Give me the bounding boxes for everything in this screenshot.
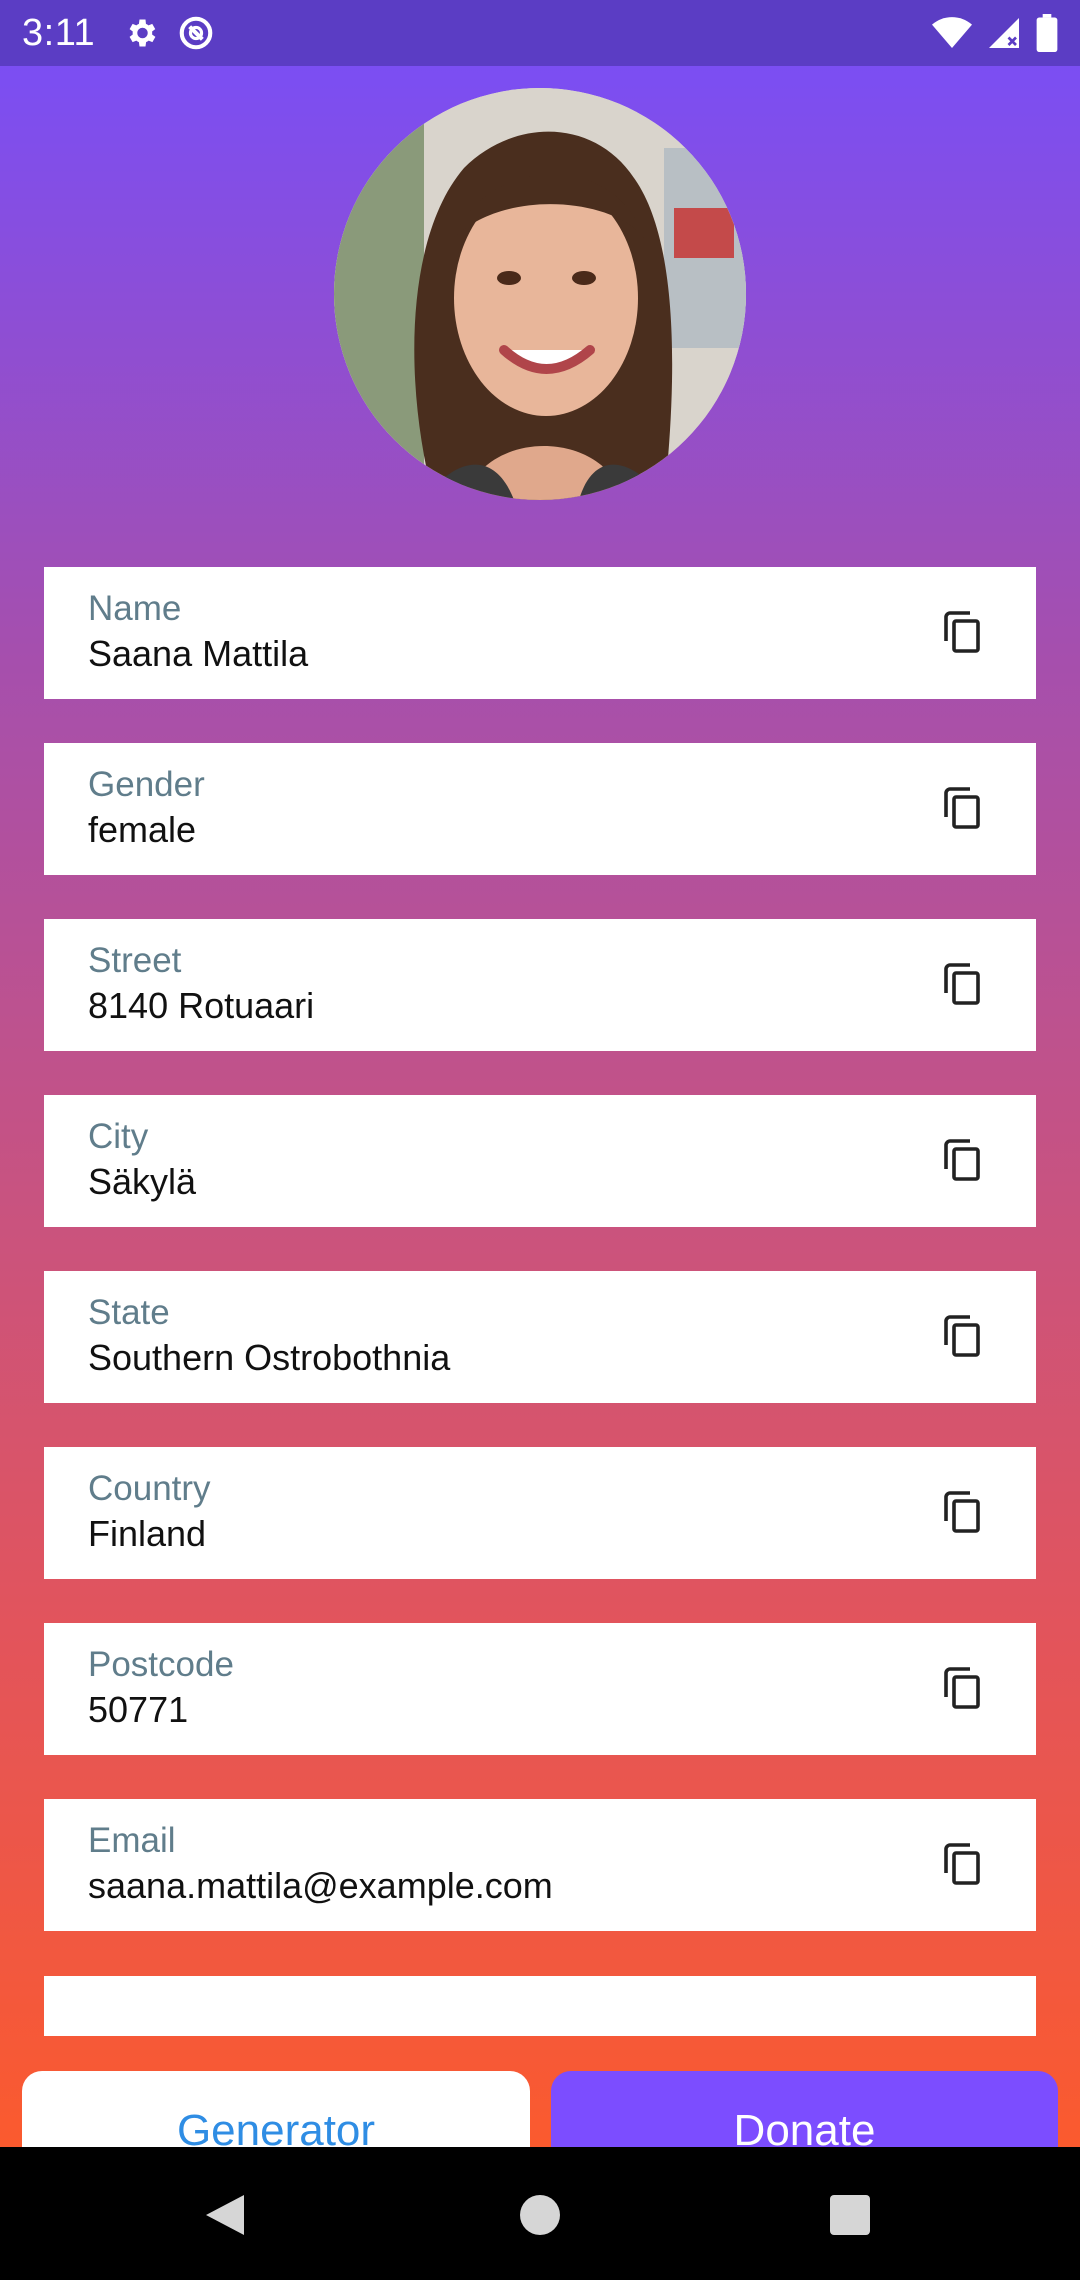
field-value: female: [88, 809, 197, 850]
copy-icon: [944, 1843, 980, 1885]
home-icon[interactable]: [518, 2193, 562, 2242]
field-value: 8140 Rotuaari: [88, 985, 315, 1026]
recents-icon[interactable]: [828, 2193, 872, 2242]
field-value: Säkylä: [88, 1161, 197, 1202]
battery-icon: [1036, 14, 1058, 52]
profile-screen: Name Saana Mattila Gender female Street …: [0, 66, 1080, 2147]
sync-icon: [177, 14, 215, 52]
field-card-country: Country Finland: [44, 1447, 1036, 1579]
copy-icon: [944, 1667, 980, 1709]
avatar: [334, 88, 746, 500]
field-card-state: State Southern Ostrobothnia: [44, 1271, 1036, 1403]
copy-icon: [944, 787, 980, 829]
field-label: Gender: [88, 765, 205, 804]
status-left-icons: [123, 14, 215, 52]
generator-button[interactable]: Generator: [22, 2071, 530, 2147]
field-label: City: [88, 1117, 149, 1156]
status-bar: 3:11: [0, 0, 1080, 66]
settings-icon: [123, 15, 159, 51]
field-label: State: [88, 1293, 170, 1332]
copy-icon: [944, 1491, 980, 1533]
copy-name-button[interactable]: [942, 611, 986, 655]
copy-country-button[interactable]: [942, 1491, 986, 1535]
field-label: Postcode: [88, 1645, 234, 1684]
copy-email-button[interactable]: [942, 1843, 986, 1887]
field-value: saana.mattila@example.com: [88, 1865, 553, 1906]
status-time: 3:11: [22, 11, 96, 54]
copy-icon: [944, 1315, 980, 1357]
field-card-gender: Gender female: [44, 743, 1036, 875]
copy-city-button[interactable]: [942, 1139, 986, 1183]
copy-icon: [944, 963, 980, 1005]
copy-icon: [944, 1139, 980, 1181]
field-label: Email: [88, 1821, 176, 1860]
field-value: 50771: [88, 1689, 189, 1730]
signal-icon: [986, 15, 1022, 51]
field-value: Finland: [88, 1513, 207, 1554]
profile-photo: [334, 88, 746, 500]
field-value: Southern Ostrobothnia: [88, 1337, 451, 1378]
field-card-email: Email saana.mattila@example.com: [44, 1799, 1036, 1931]
status-right-icons: [932, 14, 1058, 52]
field-card-street: Street 8140 Rotuaari: [44, 919, 1036, 1051]
copy-postcode-button[interactable]: [942, 1667, 986, 1711]
field-card-partial: [44, 1976, 1036, 2036]
field-card-city: City Säkylä: [44, 1095, 1036, 1227]
field-label: Street: [88, 941, 182, 980]
field-value: Saana Mattila: [88, 633, 309, 674]
wifi-icon: [932, 15, 972, 51]
field-card-postcode: Postcode 50771: [44, 1623, 1036, 1755]
copy-gender-button[interactable]: [942, 787, 986, 831]
copy-icon: [944, 611, 980, 653]
field-label: Country: [88, 1469, 211, 1508]
field-card-name: Name Saana Mattila: [44, 567, 1036, 699]
field-label: Name: [88, 589, 182, 628]
copy-state-button[interactable]: [942, 1315, 986, 1359]
donate-button[interactable]: Donate: [551, 2071, 1058, 2147]
navigation-bar: [0, 2147, 1080, 2280]
back-icon[interactable]: [204, 2193, 246, 2242]
copy-street-button[interactable]: [942, 963, 986, 1007]
